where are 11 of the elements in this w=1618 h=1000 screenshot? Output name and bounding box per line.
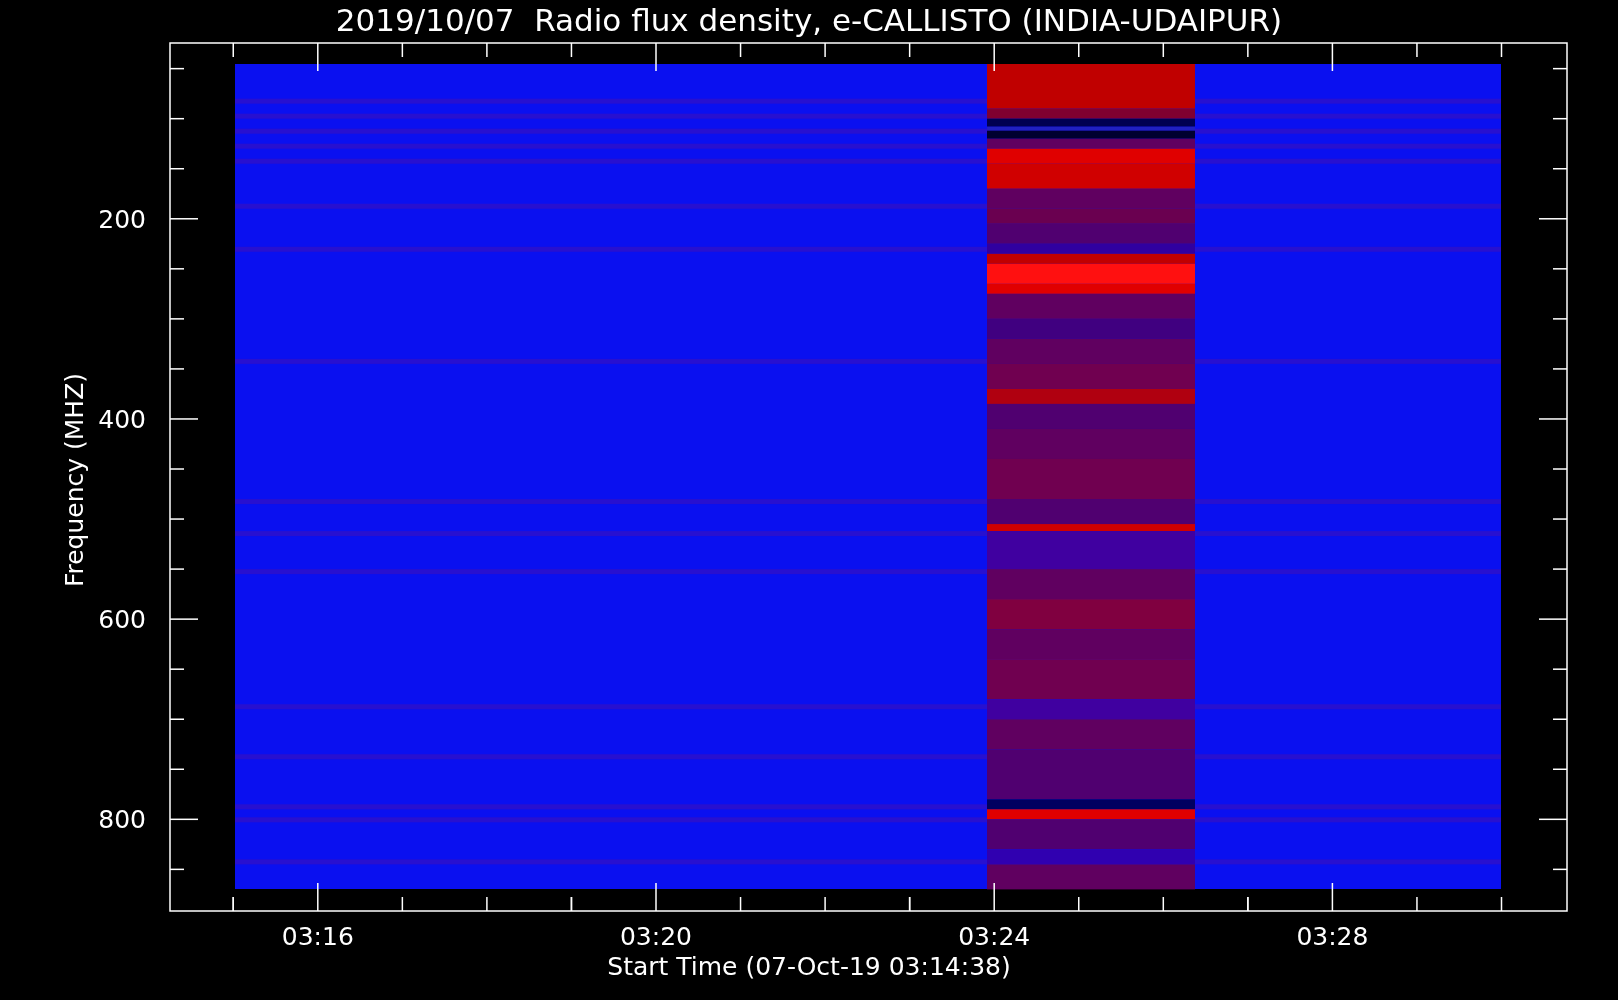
tick-label: 03:20: [620, 922, 692, 951]
tick-label: 03:16: [281, 922, 354, 951]
tick-label: 800: [98, 805, 146, 835]
tick-label: 200: [98, 204, 146, 234]
tick-label: 400: [98, 404, 146, 434]
tick-label: 03:24: [958, 922, 1031, 951]
tick-label: 03:28: [1296, 922, 1369, 951]
y-axis-label: Frequency (MHZ): [60, 372, 89, 588]
tick-label: 600: [98, 605, 146, 635]
chart-title: 2019/10/07 Radio flux density, e-CALLISTO (INDIA-UDAIPUR): [335, 2, 1283, 38]
x-axis-label: Start Time (07-Oct-19 03:14:38): [607, 952, 1011, 981]
